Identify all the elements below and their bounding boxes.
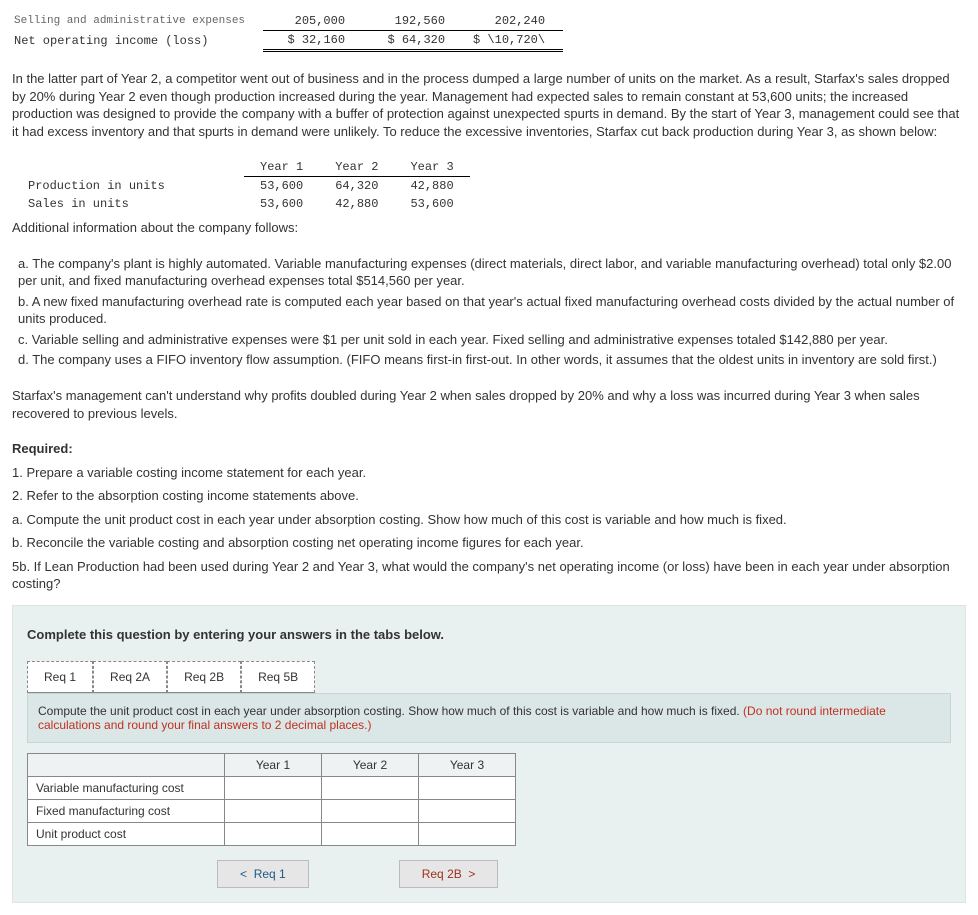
input-var-y1[interactable] bbox=[225, 777, 322, 800]
next-button[interactable]: Req 2B > bbox=[399, 860, 499, 888]
tab-req-5b[interactable]: Req 5B bbox=[241, 661, 315, 693]
chevron-right-icon: > bbox=[468, 867, 475, 881]
required-heading: Required: bbox=[12, 441, 73, 456]
tab-prompt: Compute the unit product cost in each ye… bbox=[27, 693, 951, 743]
chevron-left-icon: < bbox=[240, 867, 247, 881]
prev-button[interactable]: < Req 1 bbox=[217, 860, 309, 888]
answer-panel: Complete this question by entering your … bbox=[12, 605, 966, 904]
table-row: Unit product cost bbox=[28, 823, 516, 846]
tab-req-1[interactable]: Req 1 bbox=[27, 661, 93, 693]
row-label: Net operating income (loss) bbox=[12, 31, 263, 51]
input-fixed-y2[interactable] bbox=[322, 800, 419, 823]
income-fragment-table: Selling and administrative expenses 205,… bbox=[12, 12, 563, 52]
table-row: Variable manufacturing cost bbox=[28, 777, 516, 800]
input-unit-y2[interactable] bbox=[322, 823, 419, 846]
production-table: Year 1 Year 2 Year 3 Production in units… bbox=[12, 158, 470, 213]
input-unit-y1[interactable] bbox=[225, 823, 322, 846]
complete-prompt: Complete this question by entering your … bbox=[27, 627, 444, 642]
tab-bar: Req 1 Req 2A Req 2B Req 5B bbox=[27, 661, 951, 693]
additional-info-label: Additional information about the company… bbox=[12, 219, 966, 237]
answer-table: Year 1 Year 2 Year 3 Variable manufactur… bbox=[27, 753, 516, 846]
input-fixed-y3[interactable] bbox=[419, 800, 516, 823]
row-label: Sales in units bbox=[12, 195, 244, 213]
context-paragraph: In the latter part of Year 2, a competit… bbox=[12, 70, 966, 140]
required-block: Required: 1. Prepare a variable costing … bbox=[12, 440, 966, 593]
input-var-y3[interactable] bbox=[419, 777, 516, 800]
input-unit-y3[interactable] bbox=[419, 823, 516, 846]
row-label: Selling and administrative expenses bbox=[12, 12, 263, 31]
table-row: Fixed manufacturing cost bbox=[28, 800, 516, 823]
input-var-y2[interactable] bbox=[322, 777, 419, 800]
tab-req-2a[interactable]: Req 2A bbox=[93, 661, 167, 693]
col-year-2: Year 2 bbox=[322, 754, 419, 777]
input-fixed-y1[interactable] bbox=[225, 800, 322, 823]
col-year-3: Year 3 bbox=[419, 754, 516, 777]
confusion-paragraph: Starfax's management can't understand wh… bbox=[12, 387, 966, 422]
tab-req-2b[interactable]: Req 2B bbox=[167, 661, 241, 693]
col-year-1: Year 1 bbox=[225, 754, 322, 777]
row-label: Production in units bbox=[12, 177, 244, 196]
lettered-list: a. The company's plant is highly automat… bbox=[18, 255, 966, 369]
